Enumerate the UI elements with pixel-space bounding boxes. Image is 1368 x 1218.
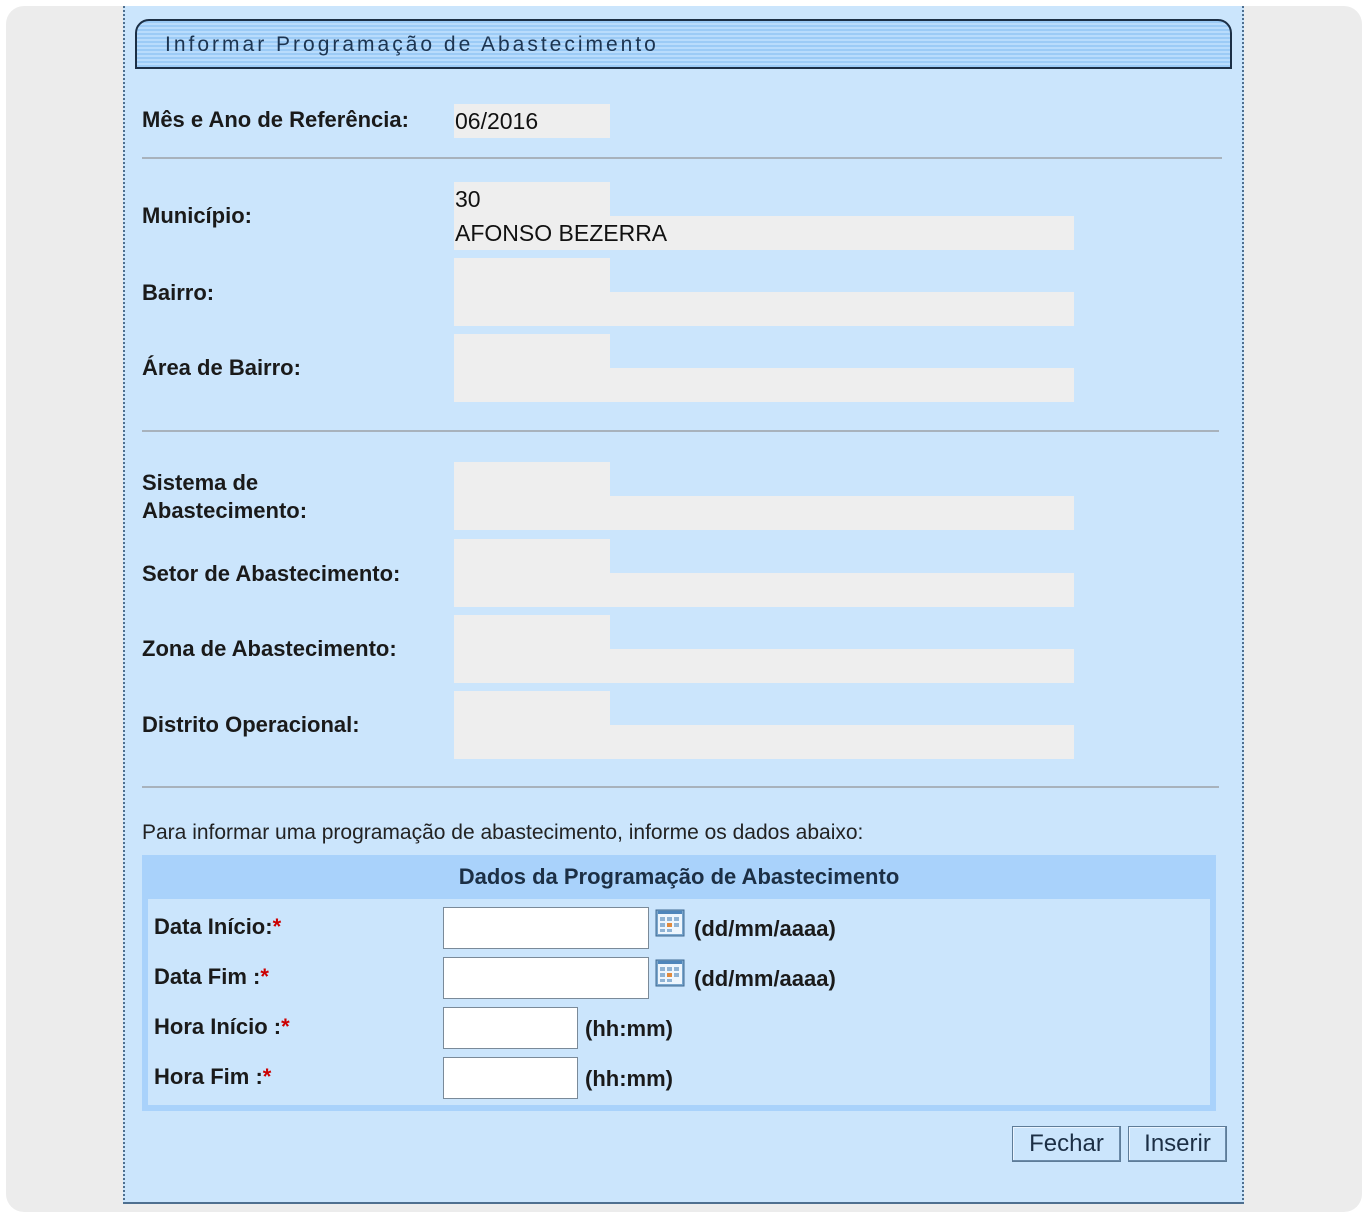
setor-name-field [454, 573, 1074, 607]
hora-inicio-label: Hora Início :* [154, 1014, 290, 1039]
sistema-label-line1: Sistema de [142, 470, 259, 495]
area-bairro-name-field [454, 368, 1074, 402]
sistema-label-line2: Abastecimento: [142, 498, 308, 523]
data-fim-input[interactable] [443, 957, 649, 999]
zona-name-field [454, 649, 1074, 683]
referencia-label: Mês e Ano de Referência: [142, 107, 409, 132]
municipio-code: 30 [455, 186, 481, 212]
calendar-icon[interactable] [655, 909, 685, 937]
area-bairro-code-field [454, 334, 610, 368]
hora-inicio-input[interactable] [443, 1007, 578, 1049]
required-marker: * [262, 1064, 272, 1089]
dados-header: Dados da Programação de Abastecimento [458, 864, 900, 889]
referencia-value: 06/2016 [455, 108, 539, 134]
divider [142, 157, 1222, 159]
setor-code-field [454, 539, 610, 573]
municipio-name: AFONSO BEZERRA [455, 220, 668, 246]
hora-fim-label: Hora Fim :* [154, 1064, 272, 1089]
data-fim-label: Data Fim :* [154, 964, 269, 989]
required-marker: * [281, 1014, 290, 1039]
distrito-name-field [454, 725, 1074, 759]
hora-inicio-format: (hh:mm) [585, 1016, 673, 1041]
required-marker: * [272, 914, 282, 939]
zona-label: Zona de Abastecimento: [142, 636, 397, 661]
sistema-name-field [454, 496, 1074, 530]
page-title: Informar Programação de Abastecimento [165, 33, 659, 56]
setor-label: Setor de Abastecimento: [142, 561, 401, 586]
required-marker: * [260, 964, 269, 989]
sistema-code-field [454, 462, 610, 496]
data-inicio-input[interactable] [443, 907, 649, 949]
instruction-text: Para informar uma programação de abastec… [142, 821, 864, 844]
bairro-code-field [454, 258, 610, 292]
title-bar: Informar Programação de Abastecimento [135, 19, 1232, 69]
municipio-label: Município: [142, 203, 252, 228]
calendar-icon[interactable] [655, 959, 685, 987]
divider [142, 786, 1219, 788]
data-fim-format: (dd/mm/aaaa) [694, 966, 836, 991]
zona-code-field [454, 615, 610, 649]
bairro-name-field [454, 292, 1074, 326]
inserir-button[interactable]: Inserir [1128, 1126, 1227, 1162]
divider [142, 430, 1219, 432]
hora-fim-input[interactable] [443, 1057, 578, 1099]
data-inicio-label: Data Início:* [154, 914, 282, 939]
area-bairro-label: Área de Bairro: [142, 355, 301, 380]
hora-fim-format: (hh:mm) [585, 1066, 673, 1091]
fechar-button[interactable]: Fechar [1012, 1126, 1121, 1162]
distrito-code-field [454, 691, 610, 725]
data-inicio-format: (dd/mm/aaaa) [694, 916, 836, 941]
bairro-label: Bairro: [142, 280, 215, 305]
distrito-label: Distrito Operacional: [142, 712, 360, 737]
